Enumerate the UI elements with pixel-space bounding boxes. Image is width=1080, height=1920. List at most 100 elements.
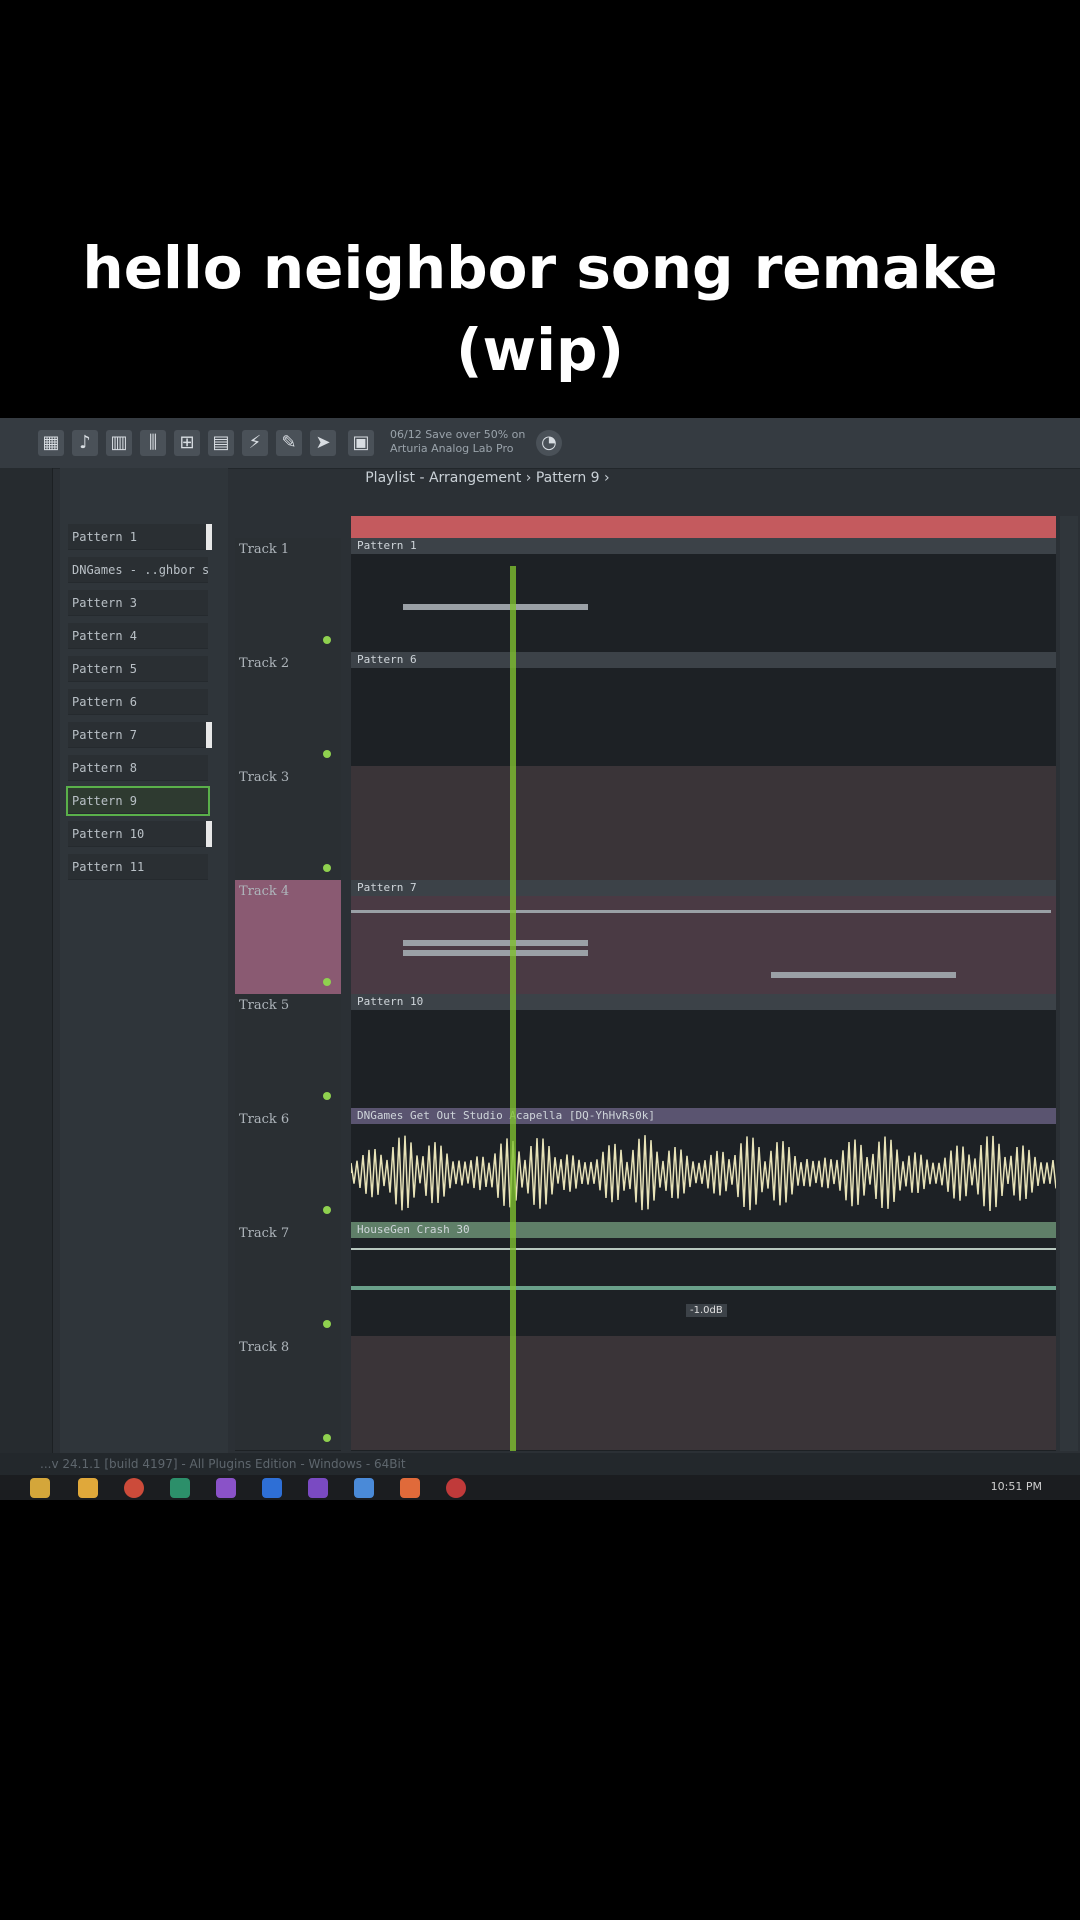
record-icon[interactable] (446, 1478, 466, 1498)
fl-studio-icon[interactable] (400, 1478, 420, 1498)
clip-body[interactable] (351, 668, 1056, 766)
piano-roll-icon[interactable]: ♪ (72, 430, 98, 456)
store-app-icon[interactable] (262, 1478, 282, 1498)
mic-icon[interactable]: ✎ (276, 430, 302, 456)
track-header[interactable]: Track 5 (235, 994, 341, 1109)
pattern-item[interactable]: Pattern 10 (68, 821, 208, 847)
track-name: Track 1 (239, 542, 290, 557)
note-bar (351, 910, 1051, 913)
track-name: Track 6 (239, 1112, 290, 1127)
track-lane[interactable]: Pattern 6 (351, 652, 1056, 767)
track-header[interactable]: Track 2 (235, 652, 341, 767)
volume-readout: -1.0dB (686, 1304, 727, 1317)
caption-line-1: hello neighbor song remake (82, 234, 998, 302)
vs-icon[interactable] (308, 1478, 328, 1498)
promo-line-1[interactable]: 06/12 Save over 50% on (390, 428, 525, 442)
track-lane[interactable]: Pattern 1 (351, 538, 1056, 653)
pattern-item[interactable]: Pattern 4 (68, 623, 208, 649)
track-lane[interactable]: Pattern 10 (351, 994, 1056, 1109)
status-bar: ...v 24.1.1 [build 4197] - All Plugins E… (0, 1453, 1080, 1475)
track-name: Track 7 (239, 1226, 290, 1241)
file-icon[interactable]: ▤ (208, 430, 234, 456)
playlist-title: Playlist - Arrangement › Pattern 9 › (365, 470, 610, 486)
track-header[interactable]: Track 7 (235, 1222, 341, 1337)
pattern-item[interactable]: Pattern 11 (68, 854, 208, 880)
track-enable-led[interactable] (323, 1092, 331, 1100)
pattern-item[interactable]: Pattern 5 (68, 656, 208, 682)
track-enable-led[interactable] (323, 1206, 331, 1214)
clip-label[interactable]: DNGames Get Out Studio Acapella [DQ-YhHv… (351, 1108, 1056, 1124)
pattern-item[interactable]: Pattern 6 (68, 689, 208, 715)
pattern-marker (206, 821, 212, 847)
vertical-scrollbar[interactable] (1060, 516, 1078, 1451)
track-lane[interactable] (351, 1336, 1056, 1451)
plugin-icon[interactable]: ⚡ (242, 430, 268, 456)
browser-tree-icon[interactable]: ⊞ (174, 430, 200, 456)
track-lane[interactable]: Pattern 7 (351, 880, 1056, 995)
track-enable-led[interactable] (323, 1434, 331, 1442)
track-name: Track 3 (239, 770, 290, 785)
promo-line-2[interactable]: Arturia Analog Lab Pro (390, 442, 525, 456)
track-name: Track 2 (239, 656, 290, 671)
caption-line-2: (wip) (456, 316, 624, 384)
clip-body[interactable] (351, 896, 1056, 994)
pattern-marker (206, 722, 212, 748)
clip-label[interactable]: Pattern 6 (351, 652, 1056, 668)
news-icon[interactable]: ◔ (536, 430, 562, 456)
folder-icon[interactable] (30, 1478, 50, 1498)
note-bar (351, 1248, 1056, 1250)
track-header[interactable]: Track 1 (235, 538, 341, 653)
clip-body[interactable] (351, 554, 1056, 652)
status-text: ...v 24.1.1 [build 4197] - All Plugins E… (40, 1457, 406, 1471)
arrow-icon[interactable]: ➤ (310, 430, 336, 456)
track-enable-led[interactable] (323, 1320, 331, 1328)
note-bar (403, 950, 588, 956)
track-name: Track 4 (239, 884, 290, 899)
track-header[interactable]: Track 3 (235, 766, 341, 881)
channel-rack-icon[interactable]: ▥ (106, 430, 132, 456)
file-explorer-icon[interactable] (78, 1478, 98, 1498)
discord-icon[interactable] (216, 1478, 236, 1498)
track-name: Track 8 (239, 1340, 290, 1355)
clip-body[interactable] (351, 1010, 1056, 1108)
taskbar: 10:51 PM (0, 1475, 1080, 1500)
terminal-icon[interactable] (170, 1478, 190, 1498)
pattern-item[interactable]: Pattern 7 (68, 722, 208, 748)
clip-body[interactable] (350, 1124, 1057, 1222)
clip-label[interactable]: Pattern 7 (351, 880, 1056, 896)
track-header[interactable]: Track 4 (235, 880, 341, 995)
pattern-item[interactable]: DNGames - ..ghbor song (68, 557, 208, 583)
pattern-item[interactable]: Pattern 8 (68, 755, 208, 781)
playhead[interactable] (510, 566, 516, 1451)
track-enable-led[interactable] (323, 636, 331, 644)
clip-label[interactable]: Pattern 10 (351, 994, 1056, 1010)
track-enable-led[interactable] (323, 750, 331, 758)
note-bar (771, 972, 956, 978)
track-lane[interactable]: HouseGen Crash 30 -1.0dB (351, 1222, 1056, 1337)
track-name: Track 5 (239, 998, 290, 1013)
track-enable-led[interactable] (323, 978, 331, 986)
track-lane[interactable] (351, 766, 1056, 881)
pattern-list: Pattern 1 DNGames - ..ghbor song Pattern 3… (60, 468, 228, 1453)
pattern-marker (206, 524, 212, 550)
track-enable-led[interactable] (323, 864, 331, 872)
clip-body[interactable]: -1.0dB (351, 1238, 1056, 1336)
calendar-icon[interactable]: ▦ (38, 430, 64, 456)
clip-label[interactable]: Pattern 1 (351, 538, 1056, 554)
clip-label[interactable]: HouseGen Crash 30 (351, 1222, 1056, 1238)
left-strip (0, 468, 53, 1453)
pattern-item[interactable]: Pattern 9 (66, 786, 210, 816)
chrome-icon[interactable] (124, 1478, 144, 1498)
track-area: Track 1 Pattern 1 Track 2 Pattern 6 Track 3 T… (235, 516, 1080, 1451)
track-header[interactable]: Track 6 (235, 1108, 341, 1223)
track-header[interactable]: Track 8 (235, 1336, 341, 1451)
audio-waveform (350, 1135, 1057, 1212)
fl-studio-window: ▦ ♪ ▥ ⫼ ⊞ ▤ ⚡ ✎ ➤ ▣ 06/12 Save over 50% … (0, 418, 1080, 1500)
pattern-item[interactable]: Pattern 1 (68, 524, 208, 550)
track-lane[interactable]: DNGames Get Out Studio Acapella [DQ-YhHv… (350, 1108, 1057, 1223)
pattern-item[interactable]: Pattern 3 (68, 590, 208, 616)
store-icon[interactable]: ▣ (348, 430, 374, 456)
mixer-icon[interactable]: ⫼ (140, 430, 166, 456)
clock: 10:51 PM (990, 1480, 1042, 1493)
app-icon[interactable] (354, 1478, 374, 1498)
